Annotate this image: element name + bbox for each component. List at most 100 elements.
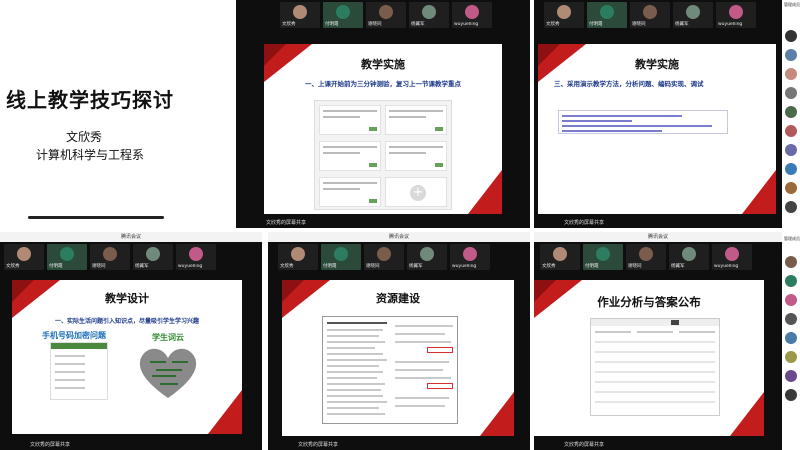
avatar (293, 5, 307, 19)
participant-tile[interactable]: 杨翼军 (133, 244, 173, 270)
avatar[interactable] (785, 68, 797, 80)
participant-tile[interactable]: 谢晓同 (364, 244, 404, 270)
avatar[interactable] (785, 294, 797, 306)
side-panel-label: 管理成员 (784, 2, 800, 7)
meeting-window-1: 文欣秀 付明霞 谢晓同 杨翼军 wuyuelling 教学实施 一、上课开始前为… (236, 0, 530, 228)
avatar[interactable] (785, 275, 797, 287)
screen-share-label: 文欣秀的屏幕共享 (268, 440, 530, 450)
participant-tile[interactable]: wuyuelling (176, 244, 216, 270)
participant-row: 文欣秀 付明霞 谢晓同 杨翼军 wuyuelling (540, 2, 782, 28)
slide-subtitle: 一、上课开始前为三分钟测验，复习上一节课教学重点 (305, 80, 461, 88)
participant-tile[interactable]: 付明霞 (587, 2, 627, 28)
participant-tile[interactable]: wuyuelling (716, 2, 756, 28)
red-corner-decoration (480, 392, 514, 436)
quiz-card[interactable] (385, 105, 447, 135)
red-corner-decoration (208, 390, 242, 434)
red-corner-decoration (742, 170, 776, 214)
participant-tile[interactable]: wuyuelling (450, 244, 490, 270)
participant-tile[interactable]: wuyuelling (712, 244, 752, 270)
slide-homework-analysis: 作业分析与答案公布 (534, 280, 764, 436)
participant-tile[interactable]: 杨翼军 (669, 244, 709, 270)
slide-resource-building: 资源建设 (282, 280, 514, 436)
title-slide: 线上教学技巧探讨 文欣秀 计算机科学与工程系 (0, 0, 234, 225)
highlight-box (427, 383, 453, 389)
avatar[interactable] (785, 201, 797, 213)
participant-tile[interactable]: wuyuelling (452, 2, 492, 28)
red-corner-decoration (468, 170, 502, 214)
participant-tile[interactable]: 文欣秀 (278, 244, 318, 270)
participant-row: 文欣秀 付明霞 谢晓同 杨翼军 wuyuelling (276, 2, 530, 28)
meeting-window-4: 腾讯会议 文欣秀 付明霞 谢晓同 杨翼军 wuyuelling 资源建设 文欣秀… (268, 232, 530, 450)
screen-share-label: 文欣秀的屏幕共享 (534, 218, 782, 228)
avatar[interactable] (785, 144, 797, 156)
add-quiz-card[interactable]: + (385, 177, 447, 207)
quiz-card[interactable] (319, 177, 381, 207)
side-panel-label: 管理成员 (784, 236, 800, 241)
participant-tile[interactable]: 杨翼军 (407, 244, 447, 270)
resource-file-list (322, 316, 458, 424)
participant-tile[interactable]: 文欣秀 (280, 2, 320, 28)
participant-tile[interactable]: 杨翼军 (409, 2, 449, 28)
participant-tile[interactable]: 文欣秀 (4, 244, 44, 270)
avatar[interactable] (785, 332, 797, 344)
avatar (422, 5, 436, 19)
quiz-card[interactable] (319, 105, 381, 135)
screen-share-label: 文欣秀的屏幕共享 (0, 440, 262, 450)
participant-tile[interactable]: 付明霞 (323, 2, 363, 28)
avatar[interactable] (785, 87, 797, 99)
participant-tile[interactable]: 付明霞 (321, 244, 361, 270)
avatar (336, 5, 350, 19)
slide-title: 教学实施 (361, 58, 405, 71)
avatar[interactable] (785, 182, 797, 194)
avatar[interactable] (785, 389, 797, 401)
window-title: 腾讯会议 (0, 232, 262, 242)
participant-tile[interactable]: 谢晓同 (630, 2, 670, 28)
participant-tile[interactable]: 文欣秀 (544, 2, 584, 28)
meeting-window-3: 腾讯会议 文欣秀 付明霞 谢晓同 杨翼军 wuyuelling 教学设计 一、实… (0, 232, 262, 450)
word-cloud-heart (136, 344, 200, 400)
participant-tile[interactable]: 付明霞 (583, 244, 623, 270)
phone-table (50, 342, 108, 400)
author-name: 文欣秀 (66, 130, 103, 144)
quiz-card[interactable] (385, 141, 447, 171)
department-name: 计算机科学与工程系 (36, 148, 145, 162)
participant-tile[interactable]: 谢晓同 (626, 244, 666, 270)
participant-tile[interactable]: 杨翼军 (673, 2, 713, 28)
avatar (465, 5, 479, 19)
avatar[interactable] (785, 30, 797, 42)
homework-table (590, 318, 720, 416)
avatar[interactable] (785, 163, 797, 175)
participant-tile[interactable]: 谢晓同 (90, 244, 130, 270)
avatar[interactable] (785, 49, 797, 61)
slide-title: 作业分析与答案公布 (597, 295, 701, 309)
main-title: 线上教学技巧探讨 (6, 88, 174, 112)
red-corner-decoration (730, 392, 764, 436)
avatar[interactable] (785, 125, 797, 137)
meeting-window-2: 文欣秀 付明霞 谢晓同 杨翼军 wuyuelling 教学实施 三、采用演示教学… (534, 0, 782, 228)
participant-tile[interactable]: 付明霞 (47, 244, 87, 270)
quiz-card[interactable] (319, 141, 381, 171)
slide-teaching-implementation-1: 教学实施 一、上课开始前为三分钟测验，复习上一节课教学重点 + (264, 44, 502, 214)
participant-tile[interactable]: 文欣秀 (540, 244, 580, 270)
avatar[interactable] (785, 370, 797, 382)
avatar[interactable] (785, 351, 797, 363)
slide-title: 资源建设 (376, 292, 420, 305)
screen-share-label: 文欣秀的屏幕共享 (534, 440, 782, 450)
participant-row: 文欣秀 付明霞 谢晓同 杨翼军 wuyuelling (0, 244, 262, 270)
plus-icon: + (410, 185, 426, 201)
code-output-box (558, 110, 728, 134)
meeting-screenshot: 线上教学技巧探讨 文欣秀 计算机科学与工程系 文欣秀 付明霞 谢晓同 杨翼军 w… (0, 0, 800, 450)
participant-tile[interactable]: 谢晓同 (366, 2, 406, 28)
participant-row: 文欣秀 付明霞 谢晓同 杨翼军 wuyuelling (274, 244, 530, 270)
meeting-window-5: 腾讯会议 文欣秀 付明霞 谢晓同 杨翼军 wuyuelling 作业分析与答案公… (534, 232, 782, 450)
avatar[interactable] (785, 313, 797, 325)
window-title: 腾讯会议 (268, 232, 530, 242)
box-label-word-cloud: 学生词云 (152, 333, 184, 342)
side-participant-strip: 管理成员 (784, 236, 800, 408)
slide-subtitle: 三、采用演示教学方法，分析问题、编码实现、调试 (554, 80, 704, 88)
avatar (379, 5, 393, 19)
slide-teaching-implementation-3: 教学实施 三、采用演示教学方法，分析问题、编码实现、调试 (538, 44, 776, 214)
screen-share-label: 文欣秀的屏幕共享 (236, 218, 530, 228)
avatar[interactable] (785, 106, 797, 118)
avatar[interactable] (785, 256, 797, 268)
